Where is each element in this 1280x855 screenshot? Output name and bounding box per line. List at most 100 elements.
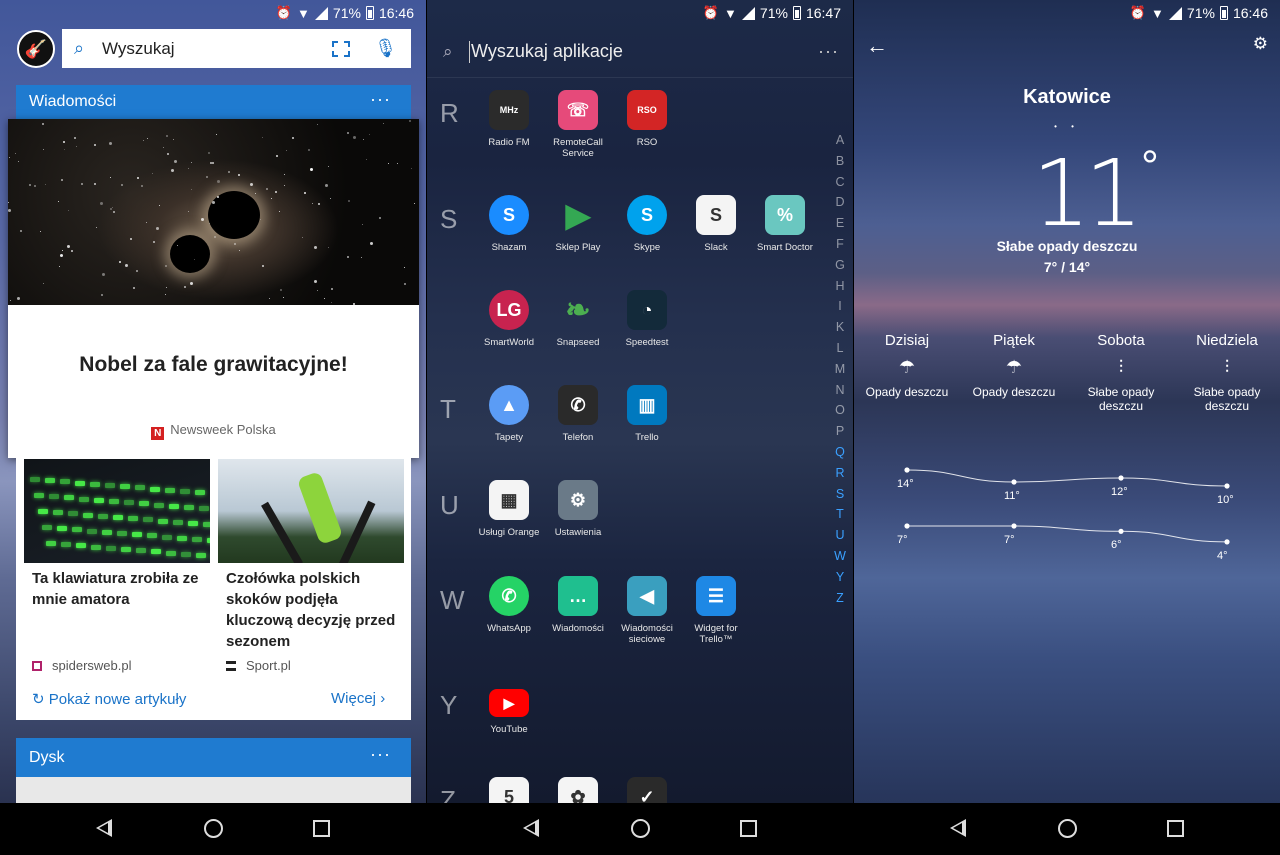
ski-jump-thumbnail[interactable]	[218, 459, 404, 563]
search-input[interactable]: Wyszukaj	[102, 39, 332, 59]
keyboard-key	[207, 538, 210, 544]
star-dot	[42, 149, 44, 151]
app-slack[interactable]: S Slack	[681, 195, 751, 253]
alphabet-letter-q[interactable]: Q	[833, 442, 847, 463]
app-search-input[interactable]: Wyszukaj aplikacje	[471, 41, 818, 62]
featured-article[interactable]: Nobel za fale grawitacyjne! N Newsweek Po…	[8, 119, 419, 458]
refresh-articles-button[interactable]: ↻ Pokaż nowe artykuły	[32, 690, 186, 708]
app-z-app-1[interactable]: 5	[474, 777, 544, 803]
back-button-icon[interactable]	[96, 819, 112, 837]
microphone-icon[interactable]: 🎙	[374, 38, 397, 59]
alphabet-letter-b[interactable]: B	[833, 151, 847, 172]
alphabet-letter-g[interactable]: G	[833, 255, 847, 276]
home-button-icon[interactable]	[1058, 819, 1077, 838]
alphabet-letter-a[interactable]: A	[833, 130, 847, 151]
back-button-icon[interactable]	[523, 819, 539, 837]
app-z-app-3[interactable]: ✓	[612, 777, 682, 803]
alphabet-letter-u[interactable]: U	[833, 525, 847, 546]
recent-apps-button-icon[interactable]	[740, 820, 757, 837]
disk-card-menu-button[interactable]: ···	[370, 744, 391, 765]
star-dot	[142, 139, 144, 141]
alphabet-letter-c[interactable]: C	[833, 172, 847, 193]
alphabet-letter-t[interactable]: T	[833, 504, 847, 525]
alphabet-letter-y[interactable]: Y	[833, 567, 847, 588]
star-dot	[163, 146, 165, 148]
alphabet-letter-p[interactable]: P	[833, 421, 847, 442]
news-card-header[interactable]: Wiadomości ···	[16, 85, 411, 119]
star-dot	[215, 133, 217, 135]
alphabet-letter-l[interactable]: L	[833, 338, 847, 359]
home-button-icon[interactable]	[631, 819, 650, 838]
alphabet-letter-w[interactable]: W	[833, 546, 847, 567]
keyboard-key	[87, 528, 97, 534]
more-articles-button[interactable]: Więcej ›	[331, 690, 385, 707]
star-dot	[94, 143, 97, 146]
app-ustawienia[interactable]: ⚙ Ustawienia	[543, 480, 613, 538]
profile-avatar[interactable]: 🎸	[17, 30, 55, 68]
keyboard-key	[192, 537, 202, 542]
alphabet-letter-z[interactable]: Z	[833, 588, 847, 609]
alphabet-letter-d[interactable]: D	[833, 192, 847, 213]
keyboard-key	[102, 529, 112, 535]
keyboard-key	[158, 518, 168, 524]
app-search-bar[interactable]: ⌕ Wyszukaj aplikacje ···	[427, 26, 853, 78]
article-title-2[interactable]: Czołówka polskich skoków podjęła kluczow…	[226, 568, 406, 652]
recent-apps-button-icon[interactable]	[313, 820, 330, 837]
keyboard-thumbnail[interactable]	[24, 459, 210, 563]
alphabet-letter-k[interactable]: K	[833, 317, 847, 338]
search-bar[interactable]: ⌕ Wyszukaj 🎙	[62, 29, 411, 68]
keyboard-key	[113, 515, 123, 520]
app-tapety[interactable]: ▲ Tapety	[474, 385, 544, 443]
z-app-3-icon: ✓	[627, 777, 667, 803]
alphabet-letter-f[interactable]: F	[833, 234, 847, 255]
drawer-menu-button[interactable]: ···	[818, 41, 839, 62]
news-card-menu-button[interactable]: ···	[370, 89, 391, 110]
app-trello[interactable]: ▥ Trello	[612, 385, 682, 443]
app-rso[interactable]: RSO RSO	[612, 90, 682, 148]
app-z-app-2[interactable]: ✿	[543, 777, 613, 803]
star-dot	[414, 203, 416, 205]
app-us-ugi-orange[interactable]: ▦ Usługi Orange	[474, 480, 544, 538]
featured-article-source: N Newsweek Polska	[8, 422, 419, 440]
app-youtube[interactable]: ▶ YouTube	[474, 683, 544, 735]
back-button-icon[interactable]	[950, 819, 966, 837]
alphabet-letter-s[interactable]: S	[833, 484, 847, 505]
scan-icon[interactable]	[332, 40, 351, 57]
keyboard-key	[76, 543, 86, 549]
alphabet-letter-n[interactable]: N	[833, 380, 847, 401]
alphabet-letter-i[interactable]: I	[833, 296, 847, 317]
star-dot	[324, 184, 328, 188]
app-whatsapp[interactable]: ✆ WhatsApp	[474, 576, 544, 634]
app-radio-fm[interactable]: MHz Radio FM	[474, 90, 544, 148]
recent-apps-button-icon[interactable]	[1167, 820, 1184, 837]
app-telefon[interactable]: ✆ Telefon	[543, 385, 613, 443]
app-speedtest[interactable]: ◔ Speedtest	[612, 290, 682, 348]
star-dot	[66, 245, 70, 249]
article-title-1[interactable]: Ta klawiatura zrobiła ze mnie amatora	[32, 568, 212, 610]
app-wiadomosci-sieciowe[interactable]: ◀ Wiadomości sieciowe	[612, 576, 682, 645]
keyboard-key	[173, 519, 183, 525]
star-dot	[283, 185, 285, 187]
app-snapseed[interactable]: ❧ Snapseed	[543, 290, 613, 349]
star-dot	[328, 166, 330, 168]
keyboard-key	[57, 526, 67, 532]
keyboard-key	[68, 511, 78, 517]
app-smartworld[interactable]: LG SmartWorld	[474, 290, 544, 348]
home-button-icon[interactable]	[204, 819, 223, 838]
alphabet-index[interactable]: ABCDEFGHIKLMNOPQRSTUWYZ	[833, 130, 847, 608]
app-skype[interactable]: S Skype	[612, 195, 682, 253]
star-dot	[327, 247, 329, 249]
disk-card-header[interactable]: Dysk ···	[16, 738, 411, 777]
alphabet-letter-e[interactable]: E	[833, 213, 847, 234]
alphabet-letter-h[interactable]: H	[833, 276, 847, 297]
app-remotecall-service[interactable]: ☏ RemoteCall Service	[543, 90, 613, 159]
alphabet-letter-m[interactable]: M	[833, 359, 847, 380]
app-shazam[interactable]: S Shazam	[474, 195, 544, 253]
low-temp-label: 7°	[897, 534, 908, 546]
app-widget-for-trello[interactable]: ☰ Widget for Trello™	[681, 576, 751, 645]
app-sklep-play[interactable]: ▶ Sklep Play	[543, 195, 613, 253]
app-wiadomosci[interactable]: … Wiadomości	[543, 576, 613, 634]
alphabet-letter-r[interactable]: R	[833, 463, 847, 484]
app-smart-doctor[interactable]: % Smart Doctor	[750, 195, 820, 253]
alphabet-letter-o[interactable]: O	[833, 400, 847, 421]
